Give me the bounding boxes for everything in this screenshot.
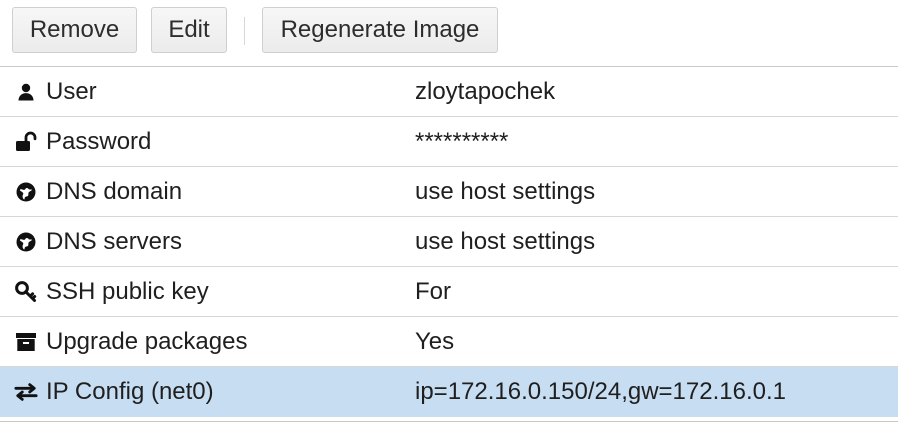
row-label-cell: Password — [14, 117, 151, 166]
edit-button[interactable]: Edit — [151, 7, 227, 53]
user-icon — [14, 80, 38, 104]
key-icon — [14, 280, 38, 304]
table-row-dns-domain[interactable]: DNS domain use host settings — [0, 167, 898, 217]
row-label: DNS domain — [46, 177, 183, 205]
remove-button[interactable]: Remove — [12, 7, 137, 53]
row-value: For — [415, 277, 451, 305]
row-value: zloytapochek — [415, 77, 556, 105]
table-row-user[interactable]: User zloytapochek — [0, 67, 898, 117]
row-label-cell: DNS domain — [14, 167, 182, 216]
archive-icon — [14, 330, 38, 354]
row-value: use host settings — [415, 227, 596, 255]
row-label-cell: SSH public key — [14, 267, 209, 316]
toolbar-separator — [244, 17, 245, 45]
globe-icon — [14, 180, 38, 204]
globe-icon — [14, 230, 38, 254]
row-label: User — [46, 77, 97, 105]
row-value: ip=172.16.0.150/24,gw=172.16.0.1 — [415, 378, 786, 405]
row-value: use host settings — [415, 177, 596, 205]
table-row-ssh-public-key[interactable]: SSH public key For — [0, 267, 898, 317]
toolbar: Remove Edit Regenerate Image — [0, 0, 898, 66]
row-label: IP Config (net0) — [46, 378, 214, 405]
row-label-cell: DNS servers — [14, 217, 182, 266]
table-row-dns-servers[interactable]: DNS servers use host settings — [0, 217, 898, 267]
row-value: Yes — [415, 327, 455, 355]
unlock-icon — [14, 130, 38, 154]
row-value: ********** — [415, 127, 509, 155]
table-row-upgrade-packages[interactable]: Upgrade packages Yes — [0, 317, 898, 367]
row-label: SSH public key — [46, 277, 209, 305]
row-label-cell: IP Config (net0) — [14, 367, 214, 417]
row-label-cell: Upgrade packages — [14, 317, 247, 366]
table-row-password[interactable]: Password ********** — [0, 117, 898, 167]
cloud-init-table: User zloytapochek Password ********** DN… — [0, 66, 898, 422]
table-row-ip-config-net0[interactable]: IP Config (net0) ip=172.16.0.150/24,gw=1… — [0, 367, 898, 417]
row-label: DNS servers — [46, 227, 183, 255]
exchange-icon — [14, 380, 38, 404]
row-label-cell: User — [14, 67, 97, 116]
regenerate-image-button[interactable]: Regenerate Image — [262, 7, 498, 53]
row-label: Password — [46, 127, 152, 155]
row-label: Upgrade packages — [46, 327, 248, 355]
